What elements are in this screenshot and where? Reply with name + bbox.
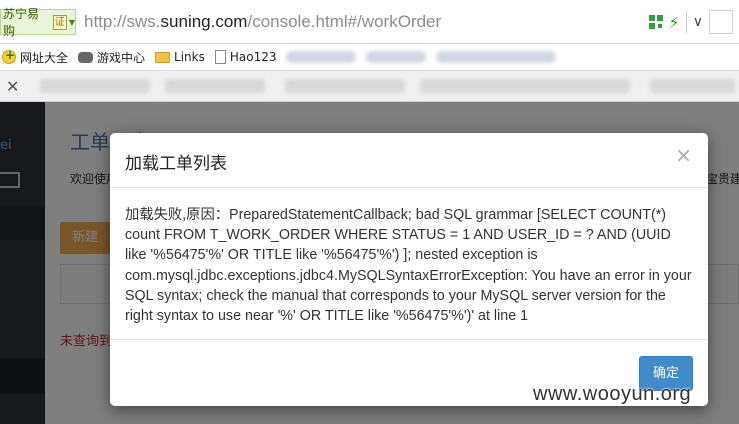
folder-icon bbox=[155, 51, 171, 63]
bookmark-item[interactable]: 网址大全 bbox=[2, 48, 69, 66]
bookmark-label: Links bbox=[174, 50, 205, 64]
dialog-title: 加载工单列表 bbox=[125, 154, 227, 174]
url-prefix: http://sws. bbox=[84, 12, 161, 31]
site-identity-badge[interactable]: 苏宁易购 证 ▼ bbox=[0, 7, 76, 38]
bookmark-item[interactable]: Hao123 bbox=[214, 50, 277, 64]
home-plus-icon bbox=[2, 48, 16, 64]
certificate-icon[interactable]: 证 bbox=[52, 14, 67, 30]
lightning-icon[interactable]: ⚡ bbox=[669, 13, 680, 32]
blurred-tab[interactable] bbox=[165, 79, 265, 93]
address-bar: 苏宁易购 证 ▼ http://sws.suning.com/console.h… bbox=[0, 0, 739, 44]
url-host: suning.com bbox=[160, 12, 248, 31]
watermark: www.wooyun.org bbox=[533, 383, 692, 405]
blurred-tab[interactable] bbox=[650, 79, 735, 93]
bookmark-label: 游戏中心 bbox=[97, 50, 146, 65]
gamepad-icon bbox=[78, 51, 94, 63]
blurred-tab[interactable] bbox=[285, 79, 405, 93]
url-field[interactable]: http://sws.suning.com/console.html#/work… bbox=[84, 9, 441, 35]
bookmark-label: 网址大全 bbox=[20, 50, 69, 65]
blurred-bookmark[interactable] bbox=[366, 51, 427, 63]
page-icon bbox=[214, 50, 226, 64]
bookmark-item[interactable]: 游戏中心 bbox=[78, 49, 145, 66]
close-icon[interactable]: × bbox=[675, 145, 692, 165]
close-icon[interactable]: ✕ bbox=[6, 77, 19, 96]
address-bar-actions: ⚡ ∨ bbox=[648, 9, 739, 35]
divider bbox=[685, 11, 687, 33]
bookmark-label: Hao123 bbox=[229, 50, 277, 64]
error-message: 加载失败,原因：PreparedStatementCallback; bad S… bbox=[125, 207, 692, 325]
blurred-tab[interactable] bbox=[420, 79, 630, 93]
bookmark-item[interactable]: Links bbox=[155, 50, 205, 64]
blurred-bookmark[interactable] bbox=[436, 51, 557, 63]
extension-button[interactable] bbox=[709, 10, 733, 34]
tab-strip: ✕ bbox=[0, 70, 739, 102]
dialog-header: 加载工单列表 × bbox=[110, 133, 708, 188]
blurred-tab[interactable] bbox=[40, 79, 150, 93]
error-dialog: 加载工单列表 × 加载失败,原因：PreparedStatementCallba… bbox=[110, 133, 708, 406]
url-path: /console.html#/workOrder bbox=[247, 12, 442, 31]
bookmarks-bar: 网址大全 游戏中心 Links Hao123 bbox=[0, 44, 739, 70]
qr-code-icon[interactable] bbox=[648, 15, 663, 29]
blurred-bookmark[interactable] bbox=[286, 51, 357, 63]
site-name: 苏宁易购 bbox=[3, 7, 40, 38]
chevron-down-icon[interactable]: ∨ bbox=[693, 14, 703, 30]
chevron-down-icon[interactable]: ▼ bbox=[69, 18, 75, 27]
